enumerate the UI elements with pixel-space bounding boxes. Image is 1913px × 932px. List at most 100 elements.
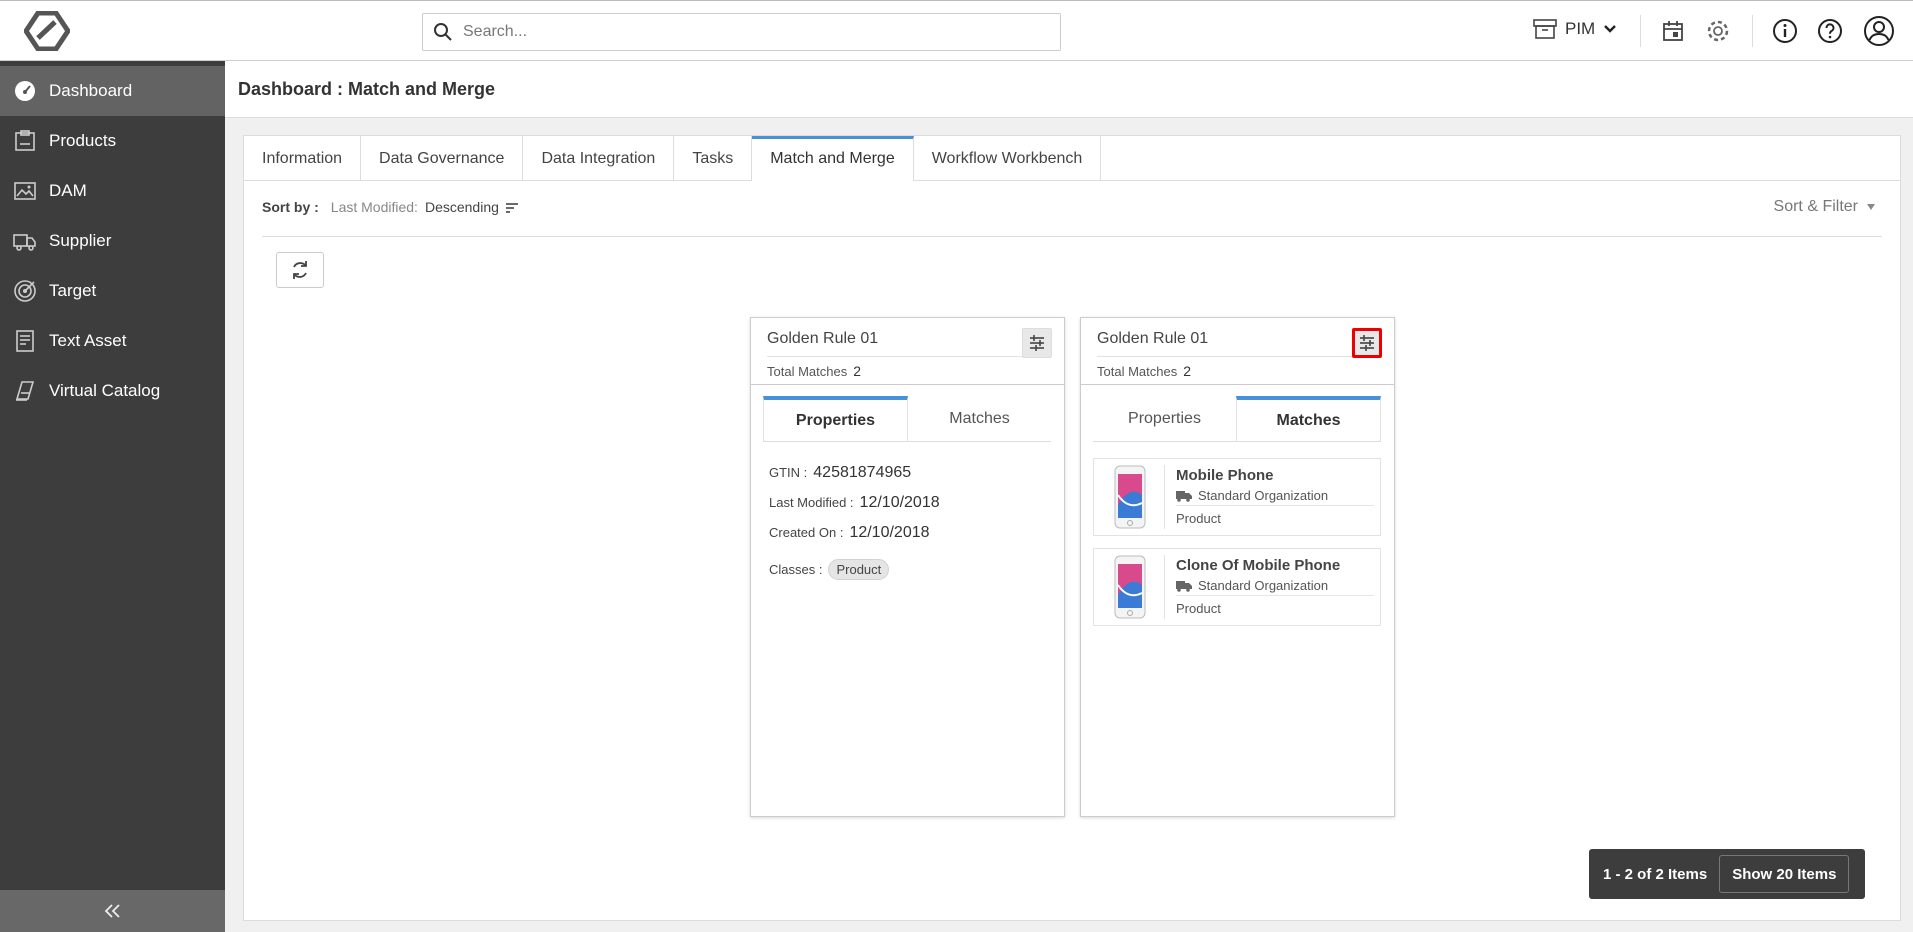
organization-label: Standard Organization [1198,488,1329,503]
divider [1752,15,1753,47]
sidebar-item-target[interactable]: Target [0,266,225,316]
help-icon[interactable] [1816,17,1844,45]
sort-field: Last Modified: [330,199,418,215]
archive-icon [1533,19,1557,39]
match-item[interactable]: Clone Of Mobile Phone Standard Organizat… [1093,548,1381,626]
sidebar-collapse-button[interactable] [0,890,225,932]
total-matches-label: Total Matches [767,364,848,379]
chevron-down-icon [1604,25,1617,33]
property-gtin: GTIN : 42581874965 [769,464,940,494]
divider [1097,356,1353,357]
app-logo[interactable] [22,10,72,52]
sidebar-item-label: Virtual Catalog [49,381,161,400]
sidebar-item-supplier[interactable]: Supplier [0,216,225,266]
match-card: Golden Rule 01 Total Matches 2 Properties… [1080,317,1395,817]
sidebar-item-products[interactable]: Products [0,116,225,166]
sliders-icon [1360,335,1374,351]
property-created-on: Created On : 12/10/2018 [769,524,940,554]
tab-data-integration[interactable]: Data Integration [523,136,675,181]
dashboard-tabs: Information Data Governance Data Integra… [244,136,1900,181]
gear-icon[interactable] [1704,17,1732,45]
sidebar-item-label: Products [49,131,117,150]
card-tabs: Properties Matches [763,396,1051,442]
tab-information[interactable]: Information [244,136,362,181]
tab-workflow-workbench[interactable]: Workflow Workbench [914,136,1102,181]
caret-down-icon [1867,204,1875,210]
sort-order[interactable]: Descending [425,199,499,215]
total-matches: Total Matches 2 [767,363,861,379]
property-key: Classes : [769,561,823,577]
products-icon [15,130,35,151]
divider [1176,505,1374,506]
module-selector[interactable]: PIM [1533,18,1617,40]
page-title: Dashboard : Match and Merge [238,79,496,99]
phone-thumbnail [1112,555,1148,619]
total-matches-label: Total Matches [1097,364,1178,379]
sidebar-item-dashboard[interactable]: Dashboard [0,66,225,116]
sort-bar: Sort by : Last Modified: Descending [262,199,519,215]
divider [262,236,1882,237]
tab-data-governance[interactable]: Data Governance [361,136,524,181]
truck-icon [13,234,36,251]
dashboard-icon [15,81,35,101]
match-organization: Standard Organization [1176,578,1328,593]
truck-icon [1176,490,1192,502]
info-icon[interactable] [1771,17,1799,45]
sort-filter-dropdown[interactable]: Sort & Filter [1774,198,1876,216]
match-type: Product [1176,511,1221,526]
sidebar-item-label: Text Asset [49,331,127,350]
tab-matches[interactable]: Matches [1236,396,1381,441]
sidebar-item-virtual-catalog[interactable]: Virtual Catalog [0,366,225,416]
sidebar-item-label: Target [49,281,97,300]
user-avatar-icon[interactable] [1863,15,1895,47]
card-settings-button[interactable] [1022,328,1052,358]
property-last-modified: Last Modified : 12/10/2018 [769,494,940,524]
tab-properties[interactable]: Properties [1093,396,1236,441]
tab-match-and-merge[interactable]: Match and Merge [752,136,914,181]
item-count: 1 - 2 of 2 Items [1603,865,1708,883]
card-title: Golden Rule 01 [1097,330,1209,347]
sort-filter-label: Sort & Filter [1773,198,1858,215]
match-name: Clone Of Mobile Phone [1176,557,1341,574]
match-item[interactable]: Mobile Phone Standard Organization Produ… [1093,458,1381,536]
truck-icon [1176,580,1192,592]
sidebar-item-label: Dashboard [49,81,133,100]
property-classes: Classes : Product [769,554,940,584]
match-type: Product [1176,601,1221,616]
card-settings-button[interactable] [1352,328,1382,358]
sort-order-icon[interactable] [505,201,519,213]
match-organization: Standard Organization [1176,488,1328,503]
search-box[interactable] [422,13,1061,51]
properties-list: GTIN : 42581874965 Last Modified : 12/10… [769,464,940,584]
sidebar-item-dam[interactable]: DAM [0,166,225,216]
sort-by-label: Sort by : [262,199,319,215]
property-key: GTIN : [769,465,808,480]
refresh-icon [293,261,307,279]
tab-matches[interactable]: Matches [908,396,1051,441]
sliders-icon [1030,335,1044,351]
module-label: PIM [1565,19,1596,38]
total-matches-value: 2 [853,363,861,379]
tab-properties[interactable]: Properties [763,396,908,441]
page-header: Dashboard : Match and Merge [225,61,1913,118]
sidebar: Dashboard Products DAM Supplier Target T… [0,61,225,932]
phone-thumbnail [1112,465,1148,529]
dam-icon [14,182,36,200]
page-size-button[interactable]: Show 20 Items [1719,855,1850,893]
search-icon [434,23,452,41]
divider [1640,15,1641,47]
double-chevron-left-icon [104,904,120,918]
tab-tasks[interactable]: Tasks [674,136,753,181]
property-key: Created On : [769,525,844,540]
divider [1164,555,1165,619]
match-card: Golden Rule 01 Total Matches 2 Properties… [750,317,1065,817]
card-tabs: Properties Matches [1093,396,1381,442]
calendar-icon[interactable] [1659,17,1687,45]
dashboard-panel: Information Data Governance Data Integra… [243,135,1901,921]
match-name: Mobile Phone [1176,467,1274,484]
divider [1176,595,1374,596]
refresh-button[interactable] [276,252,324,288]
sidebar-item-text-asset[interactable]: Text Asset [0,316,225,366]
divider [1081,384,1394,385]
search-input[interactable] [463,23,1043,41]
